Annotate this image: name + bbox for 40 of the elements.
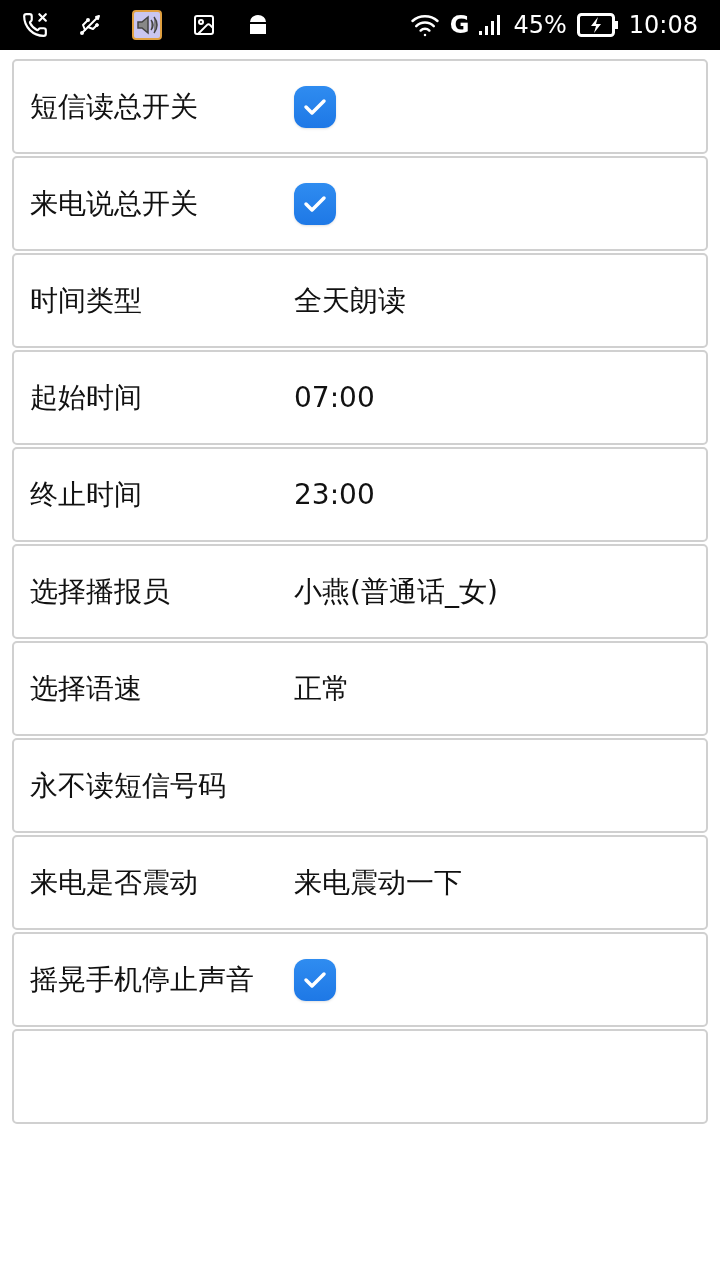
- setting-row[interactable]: 起始时间 07:00: [12, 350, 708, 445]
- setting-value: 正常: [294, 670, 350, 707]
- setting-value: 来电震动一下: [294, 864, 462, 901]
- setting-label: 终止时间: [29, 476, 143, 513]
- check-icon: [303, 970, 327, 989]
- setting-value: 全天朗读: [294, 282, 406, 319]
- setting-row[interactable]: 来电是否震动 来电震动一下: [12, 835, 708, 930]
- setting-row[interactable]: 终止时间 23:00: [12, 447, 708, 542]
- setting-row[interactable]: 选择播报员 小燕(普通话_女): [12, 544, 708, 639]
- check-icon: [303, 194, 327, 213]
- setting-value: 07:00: [294, 379, 375, 416]
- image-icon: [192, 13, 216, 37]
- clock: 10:08: [628, 10, 698, 41]
- check-icon: [303, 97, 327, 116]
- missed-call-icon: [22, 12, 48, 38]
- setting-row[interactable]: 摇晃手机停止声音: [12, 932, 708, 1027]
- setting-label: 选择语速: [29, 670, 143, 707]
- network-type: G: [449, 10, 470, 41]
- checkbox[interactable]: [294, 182, 336, 225]
- setting-label: 来电是否震动: [29, 864, 199, 901]
- setting-row[interactable]: 短信读总开关: [12, 59, 708, 154]
- setting-label: 短信读总开关: [29, 88, 199, 125]
- checkbox[interactable]: [294, 958, 336, 1001]
- setting-value: 23:00: [294, 476, 375, 513]
- setting-label: 永不读短信号码: [29, 767, 227, 804]
- setting-row[interactable]: 永不读短信号码: [12, 738, 708, 833]
- battery-icon: [576, 13, 619, 37]
- setting-label: 来电说总开关: [29, 185, 199, 222]
- speaker-icon: [132, 10, 162, 40]
- setting-label: 时间类型: [29, 282, 143, 319]
- setting-row[interactable]: 选择语速 正常: [12, 641, 708, 736]
- checkbox[interactable]: [294, 85, 336, 128]
- usb-icon: [78, 13, 102, 37]
- setting-label: 起始时间: [29, 379, 143, 416]
- battery-percent: 45%: [513, 10, 567, 41]
- setting-label: 选择播报员: [29, 573, 171, 610]
- setting-label: 摇晃手机停止声音: [29, 961, 255, 998]
- setting-row[interactable]: 来电说总开关: [12, 156, 708, 251]
- setting-value: 小燕(普通话_女): [294, 573, 498, 610]
- setting-row[interactable]: 时间类型 全天朗读: [12, 253, 708, 348]
